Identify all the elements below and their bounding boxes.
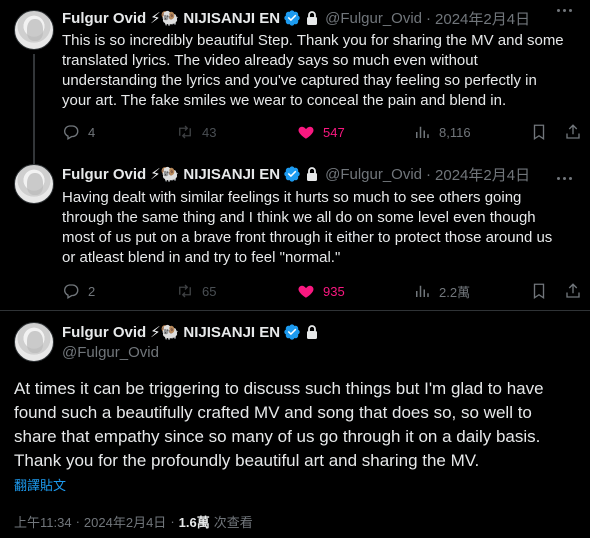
tweet-text-line: your art. The fake smiles we wear to con… [62, 92, 507, 109]
more-options-icon[interactable] [554, 170, 574, 186]
handle[interactable]: @Fulgur_Ovid [325, 166, 422, 183]
display-name[interactable]: Fulgur Ovid [62, 10, 146, 27]
tweet-text: This is so incredibly beautiful Step. Th… [62, 31, 577, 111]
reply-icon [64, 284, 79, 299]
retweet-button[interactable]: 43 [176, 123, 216, 141]
post-date[interactable]: 2024年2月4日 [435, 8, 530, 29]
reply-count: 4 [88, 124, 96, 140]
verified-badge-icon [284, 10, 300, 26]
tweet-text-line: Having dealt with similar feelings it hu… [62, 189, 522, 206]
bookmark-icon [533, 283, 545, 300]
views-count: 8,116 [439, 124, 471, 140]
reply-button[interactable]: 4 [62, 123, 95, 141]
tweet-2[interactable]: Fulgur Ovid ⚡🐏 NIJISANJI EN @Fulgur_Ovid… [0, 152, 590, 304]
separator-dot: · [75, 514, 80, 529]
share-icon [566, 124, 580, 139]
heart-icon [298, 285, 314, 298]
name-emoji: ⚡🐏 [150, 324, 180, 341]
views-chart-icon [416, 126, 429, 138]
retweet-button[interactable]: 65 [176, 282, 216, 300]
tweet-text-line: At times it can be triggering to discuss… [14, 379, 544, 398]
org-name[interactable]: NIJISANJI EN [183, 166, 280, 183]
retweet-icon [179, 284, 191, 298]
tweet-header: Fulgur Ovid ⚡🐏 NIJISANJI EN @Fulgur_Ovid… [62, 164, 530, 184]
heart-icon [298, 126, 314, 139]
share-button[interactable] [564, 282, 582, 300]
retweet-count: 65 [202, 283, 217, 299]
lock-icon [307, 11, 318, 25]
views-chart-icon [416, 285, 429, 297]
bookmark-icon [533, 124, 545, 141]
like-count: 547 [323, 124, 345, 140]
separator-dot: · [426, 165, 432, 183]
tweet-text: At times it can be triggering to discuss… [14, 377, 579, 473]
reply-count: 2 [88, 283, 96, 299]
avatar[interactable] [14, 10, 54, 50]
tweet-text-line: share that empathy since so many of us g… [14, 427, 541, 446]
tweet-text-line: translated lyrics. The video already say… [62, 52, 478, 69]
name-emoji: ⚡🐏 [150, 166, 180, 183]
post-meta: 上午11:34 · 2024年2月4日 · 1.6萬 次查看 [14, 512, 253, 531]
views-button[interactable]: 8,116 [413, 123, 471, 141]
like-button[interactable]: 547 [297, 123, 345, 141]
views-button[interactable]: 2.2萬 [413, 282, 470, 301]
translate-post-link[interactable]: 翻譯貼文 [14, 475, 66, 494]
retweet-count: 43 [202, 124, 217, 140]
views-label: 次查看 [213, 515, 253, 530]
tweet-header: Fulgur Ovid ⚡🐏 NIJISANJI EN @Fulgur_Ovid… [62, 8, 530, 28]
post-date[interactable]: 2024年2月4日 [435, 164, 530, 185]
name-emoji: ⚡🐏 [150, 10, 180, 27]
views-count: 2.2萬 [439, 284, 471, 300]
action-bar: 2 65 935 2.2萬 [62, 281, 582, 301]
like-count: 935 [323, 283, 345, 299]
reply-button[interactable]: 2 [62, 282, 95, 300]
separator-dot: · [426, 9, 432, 27]
verified-badge-icon [284, 324, 300, 340]
like-button[interactable]: 935 [297, 282, 345, 300]
avatar[interactable] [14, 322, 54, 362]
action-bar: 4 43 547 8,116 [62, 122, 582, 142]
tweet-text-line: or atleast blend in and try to feel "nor… [62, 249, 341, 266]
org-name[interactable]: NIJISANJI EN [183, 10, 280, 27]
share-icon [566, 283, 580, 298]
thread-line [33, 54, 35, 152]
avatar[interactable] [14, 164, 54, 204]
separator-dot: · [170, 514, 175, 529]
post-time[interactable]: 上午11:34 [14, 512, 72, 531]
handle[interactable]: @Fulgur_Ovid [325, 10, 422, 27]
views-count: 1.6萬 [178, 515, 210, 530]
bookmark-button[interactable] [530, 282, 548, 300]
post-date[interactable]: 2024年2月4日 [84, 512, 166, 531]
bookmark-button[interactable] [530, 123, 548, 141]
tweet-text-line: most of us put on a brave front through … [62, 229, 553, 246]
tweet-1[interactable]: Fulgur Ovid ⚡🐏 NIJISANJI EN @Fulgur_Ovid… [0, 0, 590, 152]
tweet-text-line: found such a beautifully crafted MV and … [14, 403, 532, 422]
share-button[interactable] [564, 123, 582, 141]
tweet-text-line: through the same thing and I think we al… [62, 209, 536, 226]
thread-line [33, 152, 35, 164]
tweet-text: Having dealt with similar feelings it hu… [62, 188, 577, 268]
org-name[interactable]: NIJISANJI EN [183, 324, 280, 341]
display-name[interactable]: Fulgur Ovid [62, 324, 146, 341]
more-options-icon[interactable] [554, 2, 574, 18]
tweet-text-line: This is so incredibly beautiful Step. Th… [62, 32, 564, 49]
tweet-text-line: Thank you for the profoundly beautiful a… [14, 451, 480, 470]
tweet-text-line: understanding the lyrics and you've capt… [62, 72, 537, 89]
tweet-header: Fulgur Ovid ⚡🐏 NIJISANJI EN [62, 322, 319, 342]
verified-badge-icon [284, 166, 300, 182]
display-name[interactable]: Fulgur Ovid [62, 166, 146, 183]
lock-icon [307, 167, 318, 181]
retweet-icon [179, 125, 191, 139]
main-tweet: Fulgur Ovid ⚡🐏 NIJISANJI EN @Fulgur_Ovid… [0, 310, 590, 538]
lock-icon [307, 325, 318, 339]
handle[interactable]: @Fulgur_Ovid [62, 344, 159, 361]
reply-icon [64, 125, 79, 140]
